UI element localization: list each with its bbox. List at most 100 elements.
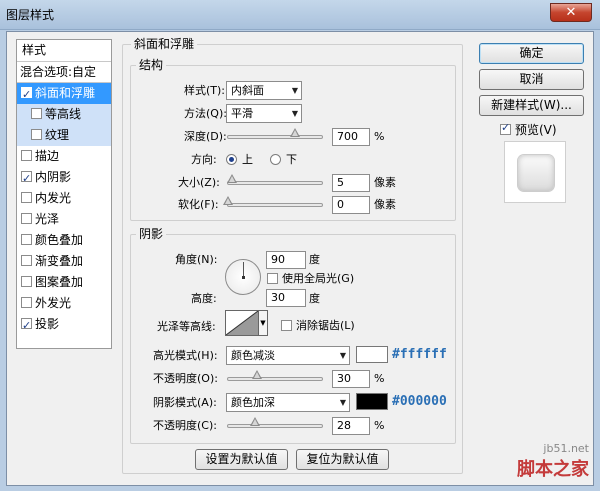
style-list-item-label: 内阴影 [35, 170, 72, 184]
direction-down-radio[interactable] [270, 154, 281, 165]
preview-swatch [518, 155, 554, 191]
preview-checkbox[interactable] [500, 121, 511, 135]
size-slider[interactable] [226, 174, 323, 185]
angle-dial[interactable] [225, 259, 261, 295]
style-checkbox[interactable] [21, 168, 32, 189]
style-list-item-label: 外发光 [35, 296, 72, 310]
size-label: 大小(Z): [178, 176, 220, 189]
style-checkbox[interactable] [21, 213, 32, 224]
watermark-name: 脚本之家 [517, 459, 589, 480]
contour-dropdown-icon[interactable]: ▼ [258, 310, 268, 336]
style-list-item-label: 图案叠加 [35, 275, 84, 289]
shadow-mode-select[interactable]: 颜色加深 [226, 393, 350, 412]
style-list-item-label: 内发光 [35, 191, 72, 205]
direction-label: 方向: [191, 153, 217, 166]
style-checkbox[interactable] [21, 297, 32, 308]
watermark-site: jb51.net [543, 442, 589, 455]
soften-slider-thumb[interactable] [223, 196, 233, 205]
style-list-item[interactable]: 斜面和浮雕 [17, 83, 111, 105]
style-checkbox[interactable] [21, 315, 32, 336]
gloss-contour-label: 光泽等高线: [157, 320, 216, 333]
direction-up-radio[interactable] [226, 154, 237, 165]
cancel-button[interactable]: 取消 [479, 69, 584, 90]
shadow-opacity-input[interactable]: 28 [332, 417, 370, 435]
title-bar[interactable]: 图层样式 ✕ [0, 0, 600, 30]
highlight-opacity-slider[interactable] [227, 370, 323, 381]
style-list-item[interactable]: 外发光 [17, 293, 111, 314]
style-list-item[interactable]: 光泽 [17, 209, 111, 230]
shading-title: 阴影 [136, 227, 167, 241]
style-preview [504, 141, 566, 203]
angle-input[interactable]: 90 [266, 251, 306, 269]
ok-button[interactable]: 确定 [479, 43, 584, 64]
style-list-items: 斜面和浮雕等高线纹理描边内阴影内发光光泽颜色叠加渐变叠加图案叠加外发光投影 [17, 83, 111, 336]
style-select-value: 内斜面 [231, 84, 264, 97]
size-unit: 像素 [374, 176, 396, 189]
highlight-opacity-input[interactable]: 30 [332, 370, 370, 388]
antialias-checkbox[interactable] [281, 320, 292, 331]
style-checkbox[interactable] [21, 150, 32, 161]
style-list-item[interactable]: 等高线 [17, 104, 111, 125]
altitude-label: 高度: [191, 292, 217, 305]
style-list-item[interactable]: 描边 [17, 146, 111, 167]
gloss-contour-preview[interactable] [225, 310, 259, 336]
antialias-label: 消除锯齿(L) [296, 319, 355, 332]
dialog-client: 样式 混合选项:自定 斜面和浮雕等高线纹理描边内阴影内发光光泽颜色叠加渐变叠加图… [6, 31, 594, 486]
blend-options-item[interactable]: 混合选项:自定 [17, 62, 111, 83]
technique-label: 方法(Q): [184, 107, 227, 120]
altitude-input[interactable]: 30 [266, 289, 306, 307]
size-slider-thumb[interactable] [226, 174, 237, 183]
style-checkbox[interactable] [21, 234, 32, 245]
depth-input[interactable]: 700 [332, 128, 370, 146]
new-style-button[interactable]: 新建样式(W)... [479, 95, 584, 116]
highlight-opacity-thumb[interactable] [251, 370, 262, 379]
style-list-item-label: 纹理 [45, 128, 70, 142]
style-checkbox[interactable] [21, 276, 32, 287]
global-light-checkbox[interactable] [267, 273, 278, 284]
highlight-color-swatch[interactable] [356, 346, 388, 363]
style-list-item[interactable]: 内发光 [17, 188, 111, 209]
technique-select-value: 平滑 [231, 107, 253, 120]
style-checkbox[interactable] [21, 192, 32, 203]
style-list-item[interactable]: 渐变叠加 [17, 251, 111, 272]
direction-down-label: 下 [286, 153, 297, 166]
window-title: 图层样式 [6, 8, 55, 22]
style-list-item-label: 描边 [35, 149, 60, 163]
style-checkbox[interactable] [21, 255, 32, 266]
highlight-mode-select[interactable]: 颜色减淡 [226, 346, 350, 365]
style-select[interactable]: 内斜面 [226, 81, 302, 100]
style-list: 样式 混合选项:自定 斜面和浮雕等高线纹理描边内阴影内发光光泽颜色叠加渐变叠加图… [16, 39, 112, 349]
shadow-opacity-slider[interactable] [227, 417, 323, 428]
style-list-item-label: 光泽 [35, 212, 60, 226]
preview-label: 预览(V) [515, 123, 557, 137]
reset-default-button[interactable]: 复位为默认值 [296, 449, 389, 470]
style-list-item-label: 投影 [35, 317, 60, 331]
shadow-hex: #000000 [392, 394, 447, 409]
depth-slider-thumb[interactable] [290, 128, 301, 137]
style-list-item[interactable]: 投影 [17, 314, 111, 336]
close-button[interactable]: ✕ [550, 3, 592, 22]
style-list-item[interactable]: 纹理 [17, 125, 111, 146]
style-list-item[interactable]: 内阴影 [17, 167, 111, 189]
technique-select[interactable]: 平滑 [226, 104, 302, 123]
global-light-label: 使用全局光(G) [282, 272, 355, 285]
highlight-mode-label: 高光模式(H): [153, 349, 218, 362]
make-default-button[interactable]: 设置为默认值 [195, 449, 288, 470]
soften-input[interactable]: 0 [332, 196, 370, 214]
style-list-item[interactable]: 图案叠加 [17, 272, 111, 293]
style-checkbox[interactable] [21, 84, 32, 105]
shadow-opacity-thumb[interactable] [249, 417, 260, 426]
size-input[interactable]: 5 [332, 174, 370, 192]
style-list-item-label: 渐变叠加 [35, 254, 84, 268]
style-checkbox[interactable] [31, 108, 42, 119]
depth-slider[interactable] [227, 128, 323, 139]
shadow-color-swatch[interactable] [356, 393, 388, 410]
style-list-item[interactable]: 颜色叠加 [17, 230, 111, 251]
contour-curve-icon [225, 310, 259, 336]
shadow-opacity-unit: % [374, 419, 385, 432]
highlight-mode-value: 颜色减淡 [231, 349, 275, 362]
style-list-header[interactable]: 样式 [17, 40, 111, 62]
style-checkbox[interactable] [31, 129, 42, 140]
bevel-emboss-title: 斜面和浮雕 [131, 37, 198, 51]
soften-slider[interactable] [223, 196, 323, 207]
